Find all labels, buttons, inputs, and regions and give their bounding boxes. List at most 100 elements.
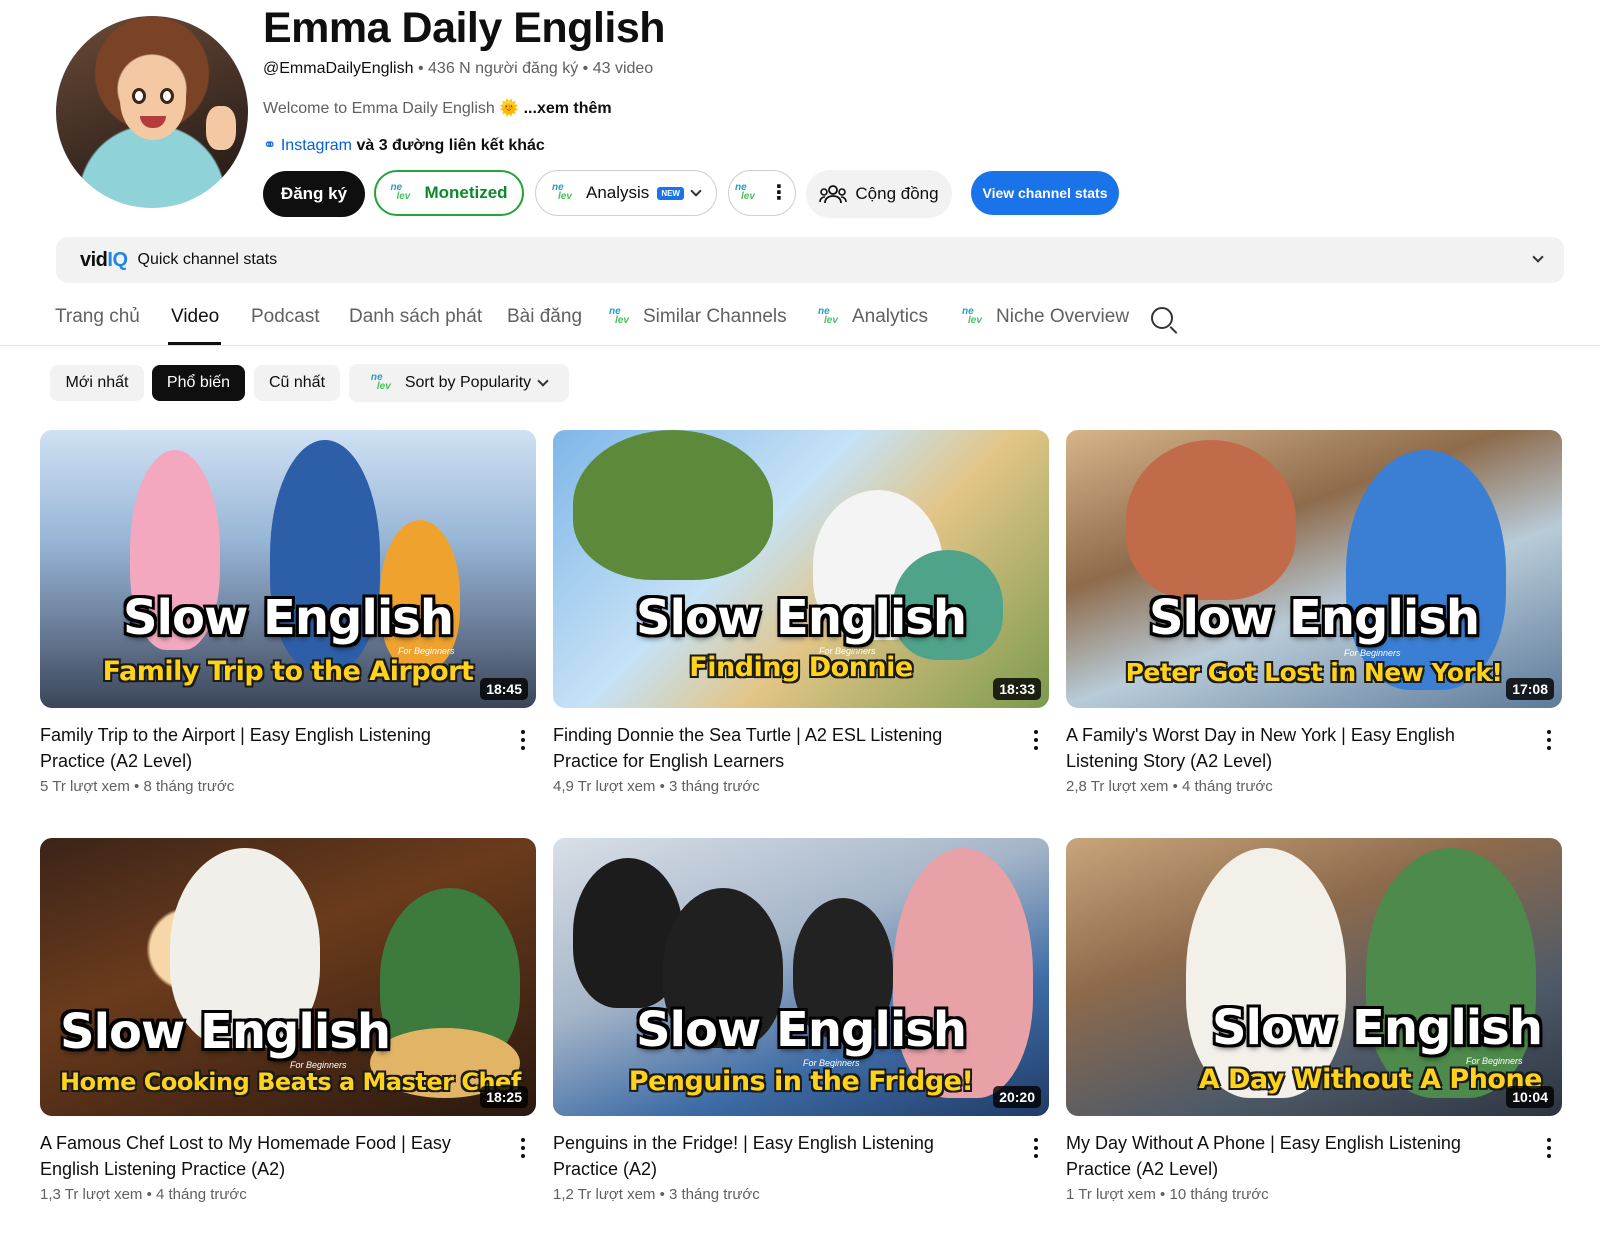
instagram-link[interactable]: Instagram xyxy=(281,137,352,154)
nexlev-more-button[interactable]: ⋮ xyxy=(728,170,796,216)
thumbnail-headline: Slow English xyxy=(635,1002,967,1058)
chip-popular[interactable]: Phổ biến xyxy=(152,365,245,401)
analysis-label: Analysis xyxy=(586,183,650,202)
monetized-label: Monetized xyxy=(424,183,508,202)
video-thumbnail[interactable]: Slow English For Beginners Finding Donni… xyxy=(553,430,1049,708)
thumbnail-subtitle: Finding Donnie xyxy=(689,652,913,683)
thumbnail-figure xyxy=(1126,440,1296,600)
thumbnail-figure xyxy=(893,848,1033,1098)
video-card[interactable]: Slow English For Beginners Penguins in t… xyxy=(553,838,1049,1203)
new-badge: NEW xyxy=(657,186,684,200)
video-meta: 1,2 Tr lượt xem • 3 tháng trước xyxy=(553,1186,760,1203)
channel-avatar[interactable] xyxy=(56,16,248,208)
avatar-face xyxy=(120,60,186,140)
video-card[interactable]: Slow English For Beginners Home Cooking … xyxy=(40,838,536,1203)
tab-analytics[interactable]: Analytics xyxy=(818,306,928,328)
description-text: Welcome to Emma Daily English 🌞 xyxy=(263,100,520,117)
view-channel-stats-button[interactable]: View channel stats xyxy=(971,171,1119,215)
meta-separator: • xyxy=(582,60,593,77)
video-thumbnail[interactable]: Slow English For Beginners Penguins in t… xyxy=(553,838,1049,1116)
sort-by-popularity-dropdown[interactable]: Sort by Popularity xyxy=(349,364,569,402)
more-links[interactable]: và 3 đường liên kết khác xyxy=(356,137,544,154)
chevron-down-icon[interactable] xyxy=(1532,251,1544,263)
thumbnail-subtitle: Home Cooking Beats a Master Chef xyxy=(60,1068,521,1096)
vidiq-label: Quick channel stats xyxy=(137,251,278,268)
more-vert-icon[interactable] xyxy=(518,1136,528,1160)
monetized-button[interactable]: Monetized xyxy=(374,170,524,216)
video-card[interactable]: Slow English For Beginners Peter Got Los… xyxy=(1066,430,1562,795)
video-title[interactable]: A Famous Chef Lost to My Homemade Food |… xyxy=(40,1130,480,1182)
channel-meta: @EmmaDailyEnglish • 436 N người đăng ký … xyxy=(263,60,653,78)
video-title[interactable]: Penguins in the Fridge! | Easy English L… xyxy=(553,1130,993,1182)
more-vert-icon[interactable] xyxy=(1544,1136,1554,1160)
more-vert-icon[interactable] xyxy=(1031,1136,1041,1160)
video-card[interactable]: Slow English For Beginners A Day Without… xyxy=(1066,838,1562,1203)
thumbnail-headline: Slow English xyxy=(60,1004,391,1060)
chip-newest[interactable]: Mới nhất xyxy=(50,365,144,401)
nexlev-logo-icon xyxy=(552,183,578,203)
tab-niche-overview[interactable]: Niche Overview xyxy=(962,306,1129,328)
channel-title: Emma Daily English xyxy=(263,4,666,52)
video-duration: 18:45 xyxy=(480,678,528,700)
tab-label: Analytics xyxy=(852,306,929,327)
video-title[interactable]: A Family's Worst Day in New York | Easy … xyxy=(1066,722,1506,774)
tab-label: Similar Channels xyxy=(643,306,787,327)
video-title[interactable]: Family Trip to the Airport | Easy Englis… xyxy=(40,722,480,774)
avatar-eye-right xyxy=(160,88,174,104)
video-thumbnail[interactable]: Slow English For Beginners Family Trip t… xyxy=(40,430,536,708)
vidiq-quick-stats-bar[interactable]: vidIQ Quick channel stats xyxy=(56,237,1564,283)
people-icon xyxy=(819,185,848,204)
tab-similar-channels[interactable]: Similar Channels xyxy=(609,306,787,328)
video-duration: 18:25 xyxy=(480,1086,528,1108)
video-thumbnail[interactable]: Slow English For Beginners Peter Got Los… xyxy=(1066,430,1562,708)
nexlev-logo-icon xyxy=(609,307,635,327)
thumbnail-tagline: For Beginners xyxy=(1344,648,1401,658)
nexlev-logo-icon xyxy=(818,307,844,327)
search-icon[interactable] xyxy=(1151,307,1173,329)
video-card[interactable]: Slow English For Beginners Finding Donni… xyxy=(553,430,1049,795)
tab-home[interactable]: Trang chủ xyxy=(55,306,140,328)
thumbnail-tagline: For Beginners xyxy=(398,646,455,656)
avatar-eye-left xyxy=(132,88,146,104)
tab-label: Trang chủ xyxy=(55,306,140,327)
tab-label: Podcast xyxy=(251,306,320,327)
tab-label: Danh sách phát xyxy=(349,306,483,327)
thumbnail-figure xyxy=(1186,848,1346,1098)
channel-description[interactable]: Welcome to Emma Daily English 🌞 ...xem t… xyxy=(263,98,612,118)
nexlev-logo-icon xyxy=(390,183,416,203)
nexlev-logo-icon xyxy=(735,183,761,203)
nexlev-logo-icon xyxy=(962,307,988,327)
vidiq-logo: vidIQ xyxy=(80,249,128,272)
subscriber-count: 436 N người đăng ký xyxy=(428,60,579,77)
analysis-button[interactable]: Analysis NEW xyxy=(535,170,717,216)
active-tab-underline xyxy=(168,342,221,345)
video-thumbnail[interactable]: Slow English For Beginners Home Cooking … xyxy=(40,838,536,1116)
video-meta: 1,3 Tr lượt xem • 4 tháng trước xyxy=(40,1186,247,1203)
thumbnail-headline: Slow English xyxy=(122,590,454,646)
tab-label: Niche Overview xyxy=(996,306,1130,327)
more-vert-icon[interactable] xyxy=(1031,728,1041,752)
community-button[interactable]: Cộng đồng xyxy=(806,170,952,218)
vidiq-logo-b: IQ xyxy=(107,248,128,271)
more-vert-icon[interactable] xyxy=(518,728,528,752)
thumbnail-headline: Slow English xyxy=(1148,590,1480,646)
thumbnail-figure xyxy=(573,430,773,580)
tab-playlists[interactable]: Danh sách phát xyxy=(349,306,482,328)
tab-posts[interactable]: Bài đăng xyxy=(507,306,582,328)
video-card[interactable]: Slow English For Beginners Family Trip t… xyxy=(40,430,536,795)
avatar-hand xyxy=(206,106,236,150)
video-title[interactable]: My Day Without A Phone | Easy English Li… xyxy=(1066,1130,1506,1182)
video-thumbnail[interactable]: Slow English For Beginners A Day Without… xyxy=(1066,838,1562,1116)
tab-videos[interactable]: Video xyxy=(171,306,219,328)
thumbnail-subtitle: Penguins in the Fridge! xyxy=(628,1066,974,1097)
thumbnail-subtitle: Family Trip to the Airport xyxy=(102,656,474,687)
channel-tabs: Trang chủ Video Podcast Danh sách phát B… xyxy=(0,296,1600,346)
tab-podcast[interactable]: Podcast xyxy=(251,306,320,328)
description-more-link[interactable]: ...xem thêm xyxy=(524,100,612,117)
tab-label: Video xyxy=(171,306,220,327)
chip-oldest[interactable]: Cũ nhất xyxy=(254,365,340,401)
video-title[interactable]: Finding Donnie the Sea Turtle | A2 ESL L… xyxy=(553,722,993,774)
subscribe-button[interactable]: Đăng ký xyxy=(263,171,365,217)
more-vert-icon[interactable] xyxy=(1544,728,1554,752)
thumbnail-headline: Slow English xyxy=(1211,1000,1543,1056)
